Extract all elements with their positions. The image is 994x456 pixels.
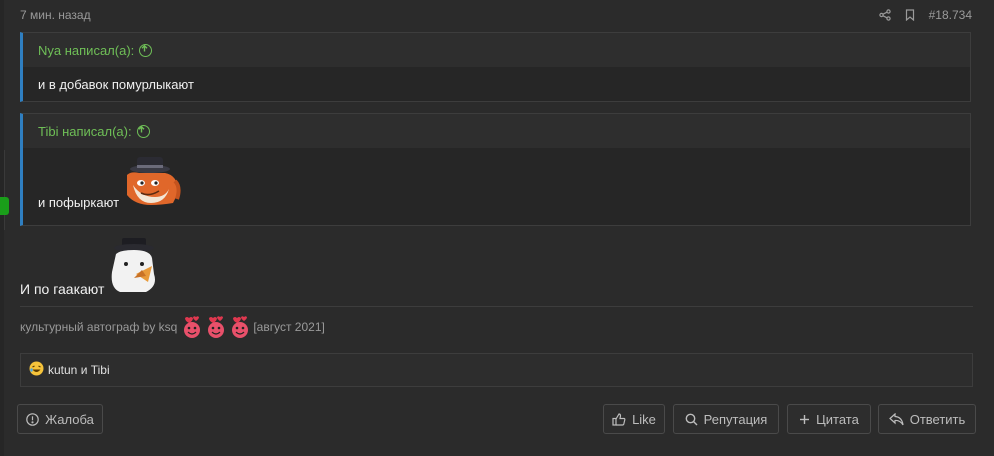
reactions-users[interactable]: kutun и Tibi — [48, 363, 110, 377]
arrow-up-circle-icon[interactable] — [139, 43, 153, 57]
post-actions: #18.734 — [878, 8, 972, 22]
quote-author[interactable]: Nya написал(а): — [38, 43, 134, 58]
quote-header[interactable]: Nya написал(а): — [23, 33, 970, 67]
post-message: И по гаакают — [20, 236, 164, 297]
heart-smiley-icons — [181, 315, 251, 339]
user-signature: культурный автограф by ksq [август 2021] — [20, 315, 325, 339]
reply-button[interactable]: Ответить — [878, 404, 976, 434]
reply-arrow-icon — [888, 412, 904, 425]
quote-author[interactable]: Tibi написал(а): — [38, 124, 132, 139]
heart-smiley-icon — [184, 316, 201, 338]
like-button[interactable]: Like — [603, 404, 665, 434]
search-icon — [685, 413, 698, 425]
goose-with-hat-sticker — [106, 236, 164, 297]
report-label: Жалоба — [45, 411, 94, 427]
post-timestamp[interactable]: 7 мин. назад — [20, 8, 91, 22]
signature-date: [август 2021] — [253, 320, 325, 334]
laughing-emoji-icon — [29, 361, 44, 379]
quote-button[interactable]: Цитата — [787, 404, 871, 434]
quote-block-nya: Nya написал(а): и в добавок помурлыкают — [20, 32, 971, 102]
quote-label: Цитата — [816, 411, 859, 427]
forum-post: 7 мин. назад #18.734 Nya написал(а): и в… — [0, 0, 994, 456]
report-button[interactable]: Жалоба — [17, 404, 103, 434]
author-panel-divider — [4, 150, 5, 230]
reply-label: Ответить — [909, 411, 966, 427]
quote-header[interactable]: Tibi написал(а): — [23, 114, 970, 148]
share-icon[interactable] — [878, 9, 891, 21]
message-text: И по гаакают — [20, 281, 105, 297]
plus-icon — [800, 414, 810, 424]
signature-text: культурный автограф by ksq — [20, 320, 178, 334]
reactions-bar[interactable]: kutun и Tibi — [20, 353, 973, 387]
thumbs-up-icon — [612, 412, 626, 426]
heart-smiley-icon — [232, 316, 249, 338]
quote-text: и в добавок помурлыкают — [38, 76, 194, 92]
reputation-button[interactable]: Репутация — [673, 404, 779, 434]
bookmark-icon[interactable] — [905, 9, 915, 21]
post-number[interactable]: #18.734 — [929, 8, 972, 22]
quote-content: и пофыркают — [23, 148, 970, 218]
quote-text: и пофыркают — [38, 195, 120, 210]
like-label: Like — [632, 411, 656, 427]
arrow-up-circle-icon[interactable] — [136, 124, 150, 138]
warning-circle-icon — [26, 412, 39, 426]
heart-smiley-icon — [208, 316, 225, 338]
fox-with-hat-sticker — [121, 147, 181, 210]
signature-divider — [20, 306, 973, 307]
reputation-label: Репутация — [703, 411, 768, 427]
quote-content: и в добавок помурлыкают — [23, 67, 970, 101]
quote-block-tibi: Tibi написал(а): и пофыркают — [20, 113, 971, 226]
online-indicator — [0, 197, 9, 215]
